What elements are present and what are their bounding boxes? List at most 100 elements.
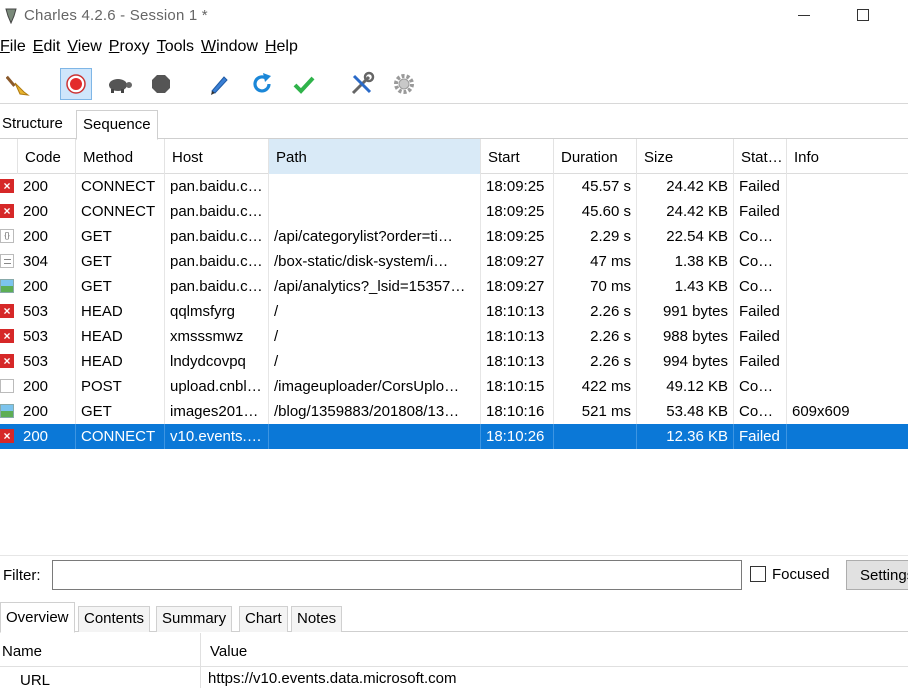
menu-file[interactable]: File (0, 38, 26, 62)
menu-proxy[interactable]: Proxy (109, 38, 150, 62)
cell-status: Failed (734, 424, 787, 449)
table-row[interactable]: × 503 HEAD qqlmsfyrg/18:10:13 2.26 s 991 byte… (0, 299, 908, 324)
cell-start: 18:09:25 (481, 224, 554, 249)
focused-label[interactable]: Focused (772, 566, 830, 583)
table-row[interactable]: × 503 HEAD lndydcovpq/18:10:13 2.26 s 994 byt… (0, 349, 908, 374)
cell-path: /api/categorylist?order=ti… (269, 224, 481, 249)
clear-session-button[interactable] (3, 68, 35, 100)
cell-method: POST (76, 374, 165, 399)
validate-button[interactable] (288, 68, 320, 100)
column-header-value[interactable]: Value (210, 643, 247, 660)
tab-notes[interactable]: Notes (291, 606, 343, 632)
cell-size: 994 bytes (637, 349, 734, 374)
cell-method: HEAD (76, 324, 165, 349)
cell-info (787, 299, 908, 324)
menu-tools[interactable]: Tools (157, 38, 194, 62)
breakpoints-button[interactable] (145, 68, 177, 100)
focused-checkbox[interactable] (750, 566, 766, 582)
tab-summary[interactable]: Summary (156, 606, 233, 632)
cell-duration: 45.57 s (554, 174, 637, 199)
cell-status: Failed (734, 324, 787, 349)
cell-code: 503 (18, 324, 76, 349)
cell-code: 200 (18, 274, 76, 299)
column-header-name[interactable]: Name (2, 643, 42, 660)
cell-duration: 47 ms (554, 249, 637, 274)
column-header-path[interactable]: Path (269, 139, 481, 174)
menu-help[interactable]: Help (265, 38, 298, 62)
cell-host: pan.baidu.c… (165, 274, 269, 299)
table-row[interactable]: × 200 CONNECT pan.baidu.c… 18:09:25 45.57 s 24… (0, 174, 908, 199)
maximize-button[interactable] (857, 9, 869, 21)
tab-structure[interactable]: Structure (2, 115, 63, 132)
filter-settings-button[interactable]: Settings (846, 560, 908, 590)
stylesheet-file-icon (0, 254, 14, 268)
tools-button[interactable] (346, 68, 378, 100)
column-header-info[interactable]: Info (787, 139, 908, 174)
table-row[interactable]: × 503 HEAD xmsssmwz/18:10:13 2.26 s 988 bytes… (0, 324, 908, 349)
charles-app-icon (5, 8, 17, 24)
view-tabs: Structure Sequence (0, 108, 908, 140)
tab-chart[interactable]: Chart (239, 606, 288, 632)
cell-duration: 521 ms (554, 399, 637, 424)
cell-start: 18:09:25 (481, 174, 554, 199)
cell-code: 304 (18, 249, 76, 274)
cell-host: pan.baidu.c… (165, 174, 269, 199)
cell-info (787, 224, 908, 249)
cell-info (787, 199, 908, 224)
table-row[interactable]: 200 POST upload.cnbl…/imageuploader/CorsUp… (0, 374, 908, 399)
column-header-code[interactable]: Code (18, 139, 76, 174)
cell-duration: 2.26 s (554, 299, 637, 324)
minimize-button[interactable] (798, 15, 810, 16)
cell-method: HEAD (76, 299, 165, 324)
column-header-duration[interactable]: Duration (554, 139, 637, 174)
table-row[interactable]: {} 200 GET pan.baidu.c…/api/categorylist?or… (0, 224, 908, 249)
menu-view[interactable]: View (67, 38, 101, 62)
cell-duration: 422 ms (554, 374, 637, 399)
cell-size: 991 bytes (637, 299, 734, 324)
cell-path: /imageuploader/CorsUplo… (269, 374, 481, 399)
failed-x-icon: × (0, 304, 14, 318)
menu-edit[interactable]: Edit (33, 38, 61, 62)
overview-header: Name Value (0, 633, 908, 667)
cell-method: GET (76, 274, 165, 299)
cell-code: 200 (18, 374, 76, 399)
column-header-host[interactable]: Host (165, 139, 269, 174)
table-row[interactable]: × 200 CONNECT v10.events.… 18:10:26 12.36 KB F… (0, 424, 908, 449)
table-row[interactable]: 200 GET images201…/blog/1359883/201808/13…… (0, 399, 908, 424)
detail-tabs: Overview Contents Summary Chart Notes (0, 600, 908, 633)
cell-info (787, 324, 908, 349)
toolbar (0, 64, 908, 104)
column-header-size[interactable]: Size (637, 139, 734, 174)
repeat-button[interactable] (246, 68, 278, 100)
settings-button[interactable] (388, 68, 420, 100)
tab-contents[interactable]: Contents (78, 606, 151, 632)
table-row[interactable]: 304 GET pan.baidu.c…/box-static/disk-syste… (0, 249, 908, 274)
compose-button[interactable] (203, 68, 235, 100)
failed-x-icon: × (0, 429, 14, 443)
overview-row-url[interactable]: URL https://v10.events.data.microsoft.co… (0, 667, 908, 691)
table-row[interactable]: × 200 CONNECT pan.baidu.c… 18:09:25 45.60 s 24… (0, 199, 908, 224)
column-header-icon[interactable] (0, 139, 18, 174)
column-header-start[interactable]: Start (481, 139, 554, 174)
record-button[interactable] (60, 68, 92, 100)
broom-icon (6, 75, 30, 96)
table-row[interactable]: 200 GET pan.baidu.c…/api/analytics?_lsid=1… (0, 274, 908, 299)
throttle-turtle-icon (109, 79, 132, 93)
cell-method: GET (76, 224, 165, 249)
column-header-method[interactable]: Method (76, 139, 165, 174)
cell-path: /api/analytics?_lsid=15357… (269, 274, 481, 299)
tab-sequence[interactable]: Sequence (76, 110, 158, 140)
cell-method: HEAD (76, 349, 165, 374)
cell-code: 200 (18, 199, 76, 224)
cell-status: Failed (734, 199, 787, 224)
throttling-button[interactable] (103, 68, 135, 100)
cell-status: Failed (734, 349, 787, 374)
cell-path (269, 174, 481, 199)
menu-bar: File Edit View Proxy Tools Window Help (0, 38, 305, 62)
menu-window[interactable]: Window (201, 38, 258, 62)
tab-overview[interactable]: Overview (0, 602, 75, 633)
column-header-status[interactable]: Stat… (734, 139, 787, 174)
cell-method: CONNECT (76, 174, 165, 199)
filter-input[interactable] (52, 560, 742, 590)
cell-host: xmsssmwz (165, 324, 269, 349)
